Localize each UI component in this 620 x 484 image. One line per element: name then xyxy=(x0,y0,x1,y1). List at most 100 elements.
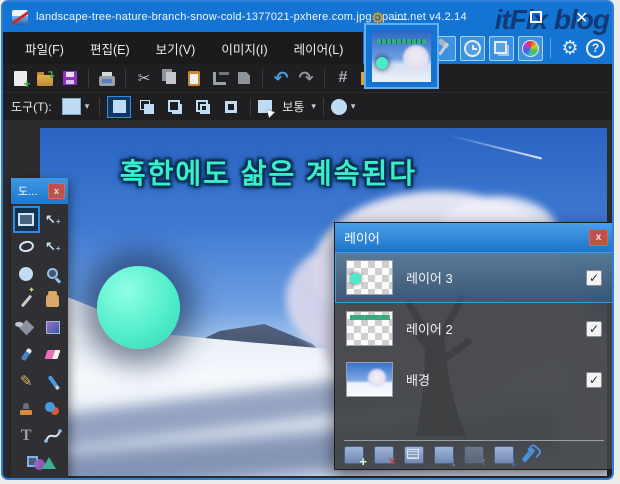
menu-file[interactable]: 파일(F) xyxy=(12,33,77,64)
maximize-button[interactable] xyxy=(530,11,542,23)
replace-mode-icon xyxy=(112,100,126,113)
print-button[interactable] xyxy=(97,68,117,88)
separator xyxy=(125,69,126,87)
hand-icon xyxy=(46,291,60,307)
tool-recolor[interactable] xyxy=(40,395,67,422)
tool-pencil[interactable]: ✎ xyxy=(13,368,40,395)
add-layer-button[interactable]: + xyxy=(344,446,367,468)
layers-panel-header[interactable]: 레이어 x xyxy=(335,223,612,252)
tool-lasso-select[interactable] xyxy=(13,233,40,260)
tool-gradient[interactable] xyxy=(40,314,67,341)
window-titlebar: landscape-tree-nature-branch-snow-cold-1… xyxy=(3,2,612,32)
tools-grid: ↖+ ↖+ ✎ T xyxy=(11,204,68,478)
color-wheel-icon xyxy=(522,39,539,57)
selection-mode-replace-button[interactable] xyxy=(107,95,132,118)
tool-color-picker[interactable] xyxy=(40,368,67,395)
save-icon xyxy=(63,71,77,85)
menu-image[interactable]: 이미지(I) xyxy=(208,33,280,64)
layer-row-background[interactable]: 배경 ✓ xyxy=(335,354,612,405)
paintbrush-icon xyxy=(20,347,33,362)
layer-row-layer2[interactable]: 레이어 2 ✓ xyxy=(335,303,612,354)
paint-net-window: landscape-tree-nature-branch-snow-cold-1… xyxy=(1,0,614,480)
undo-button[interactable]: ↶ xyxy=(271,68,291,88)
tool-move-selected-pixels[interactable]: ↖+ xyxy=(40,206,67,233)
tool-paint-bucket[interactable] xyxy=(13,314,40,341)
duplicate-layer-button[interactable] xyxy=(404,446,424,464)
separator xyxy=(322,97,324,116)
selection-mode-intersect-button[interactable] xyxy=(191,96,215,118)
history-window-toggle-button[interactable] xyxy=(460,35,485,61)
menu-edit[interactable]: 편집(E) xyxy=(77,33,143,64)
separator xyxy=(550,38,551,58)
layers-panel: 레이어 x 레이어 3 ✓ 레이어 2 ✓ 배경 ✓ + ✕ ↓ ↑ ↓ xyxy=(334,222,612,470)
merge-layer-down-button[interactable]: ↓ xyxy=(434,446,457,468)
move-layer-up-button[interactable]: ↑ xyxy=(464,446,487,468)
chevron-down-icon[interactable]: ▾ xyxy=(311,101,316,112)
tools-panel-close-button[interactable]: x xyxy=(48,183,65,199)
delete-layer-button[interactable]: ✕ xyxy=(374,446,397,468)
paste-button[interactable] xyxy=(184,68,204,88)
redo-button[interactable]: ↷ xyxy=(296,68,316,88)
minimize-button[interactable]: — xyxy=(394,11,407,26)
clock-icon xyxy=(464,39,481,57)
grid-toggle-button[interactable]: # xyxy=(333,68,353,88)
layer-visibility-checkbox[interactable]: ✓ xyxy=(586,320,602,337)
layers-panel-close-button[interactable]: x xyxy=(589,229,608,246)
deselect-button[interactable] xyxy=(234,68,254,88)
tool-clone-stamp[interactable] xyxy=(13,395,40,422)
chevron-down-icon[interactable]: ▾ xyxy=(351,101,356,112)
active-tool-dropdown[interactable]: ▾ xyxy=(59,96,93,117)
layer-properties-button[interactable] xyxy=(521,447,536,463)
new-file-button[interactable]: + xyxy=(10,68,31,90)
layers-window-toggle-button[interactable] xyxy=(489,35,514,61)
copy-icon xyxy=(166,72,176,84)
open-file-button[interactable]: ↴ xyxy=(35,68,55,88)
tool-ellipse-select[interactable] xyxy=(13,260,40,287)
cut-button[interactable]: ✂ xyxy=(134,68,154,88)
tool-move-selection[interactable]: ↖+ xyxy=(40,233,67,260)
tool-paintbrush[interactable] xyxy=(13,341,40,368)
layer-name: 레이어 2 xyxy=(406,322,453,337)
tool-rectangle-select[interactable] xyxy=(13,206,40,233)
blend-mode-value[interactable]: 보통 xyxy=(282,98,304,115)
save-button[interactable] xyxy=(60,68,80,88)
tool-line-curve[interactable] xyxy=(40,422,67,449)
copy-button[interactable] xyxy=(159,68,179,88)
paint-bucket-icon xyxy=(18,319,35,336)
scissors-icon: ✂ xyxy=(137,69,151,87)
gradient-icon xyxy=(45,321,60,334)
layer-visibility-checkbox[interactable]: ✓ xyxy=(586,371,602,388)
tool-magic-wand[interactable] xyxy=(13,287,40,314)
tool-text[interactable]: T xyxy=(13,422,40,449)
tools-panel-header[interactable]: 도... x xyxy=(11,178,68,204)
image-tab-thumbnail[interactable] xyxy=(364,23,439,89)
crop-button[interactable] xyxy=(209,68,229,88)
up-arrow-icon: ↑ xyxy=(480,454,488,469)
separator xyxy=(88,69,89,87)
menu-layers[interactable]: 레이어(L) xyxy=(281,33,357,64)
tool-eraser[interactable] xyxy=(40,341,67,368)
tool-zoom[interactable] xyxy=(40,260,67,287)
selection-mode-invert-button[interactable] xyxy=(219,96,243,118)
tool-shapes[interactable] xyxy=(13,449,66,476)
layer-row-layer3[interactable]: 레이어 3 ✓ xyxy=(335,252,612,303)
close-button[interactable]: ✕ xyxy=(575,8,588,28)
chevron-down-icon: ▾ xyxy=(84,101,90,111)
help-icon[interactable]: ? xyxy=(586,38,605,58)
tool-pan[interactable] xyxy=(40,287,67,314)
settings-gear-icon[interactable]: ⚙ xyxy=(558,39,582,58)
selection-mode-union-button[interactable] xyxy=(135,96,159,118)
rectangle-select-icon xyxy=(18,213,35,226)
selection-mode-exclude-button[interactable] xyxy=(163,96,187,118)
move-layer-down-button[interactable]: ↓ xyxy=(494,446,517,468)
magic-wand-icon xyxy=(20,294,32,307)
image-caption-text: 혹한에도 삶은 계속된다 xyxy=(119,158,418,189)
colors-window-toggle-button[interactable] xyxy=(518,35,543,61)
paint-net-app-icon[interactable] xyxy=(12,9,28,25)
layer-name: 배경 xyxy=(406,373,430,388)
layer3-thumbnail xyxy=(346,260,393,295)
redo-icon: ↷ xyxy=(298,68,314,88)
layers-icon xyxy=(494,40,507,54)
menu-view[interactable]: 보기(V) xyxy=(143,33,209,64)
layer-visibility-checkbox[interactable]: ✓ xyxy=(586,269,602,286)
